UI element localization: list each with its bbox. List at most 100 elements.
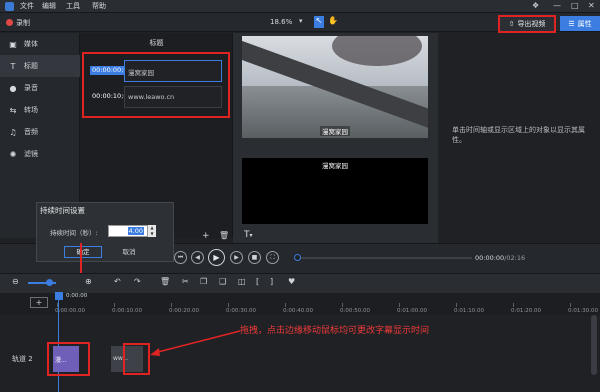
sidebar-item-recording[interactable]: ● 录音 [0, 77, 80, 99]
paste-icon[interactable]: ❑ [219, 277, 226, 286]
export-icon: ⇧ [508, 20, 515, 28]
annotation-arrow-head [150, 348, 160, 356]
video-caption-overlay[interactable]: 漫窝家园 [320, 126, 350, 136]
sidebar-item-media[interactable]: ▣ 媒体 [0, 33, 80, 55]
playhead-time: 0:00:00 [66, 293, 88, 299]
menu-file[interactable]: 文件 [20, 1, 34, 11]
ruler-tick-label: 0:01:00.00 [397, 308, 427, 314]
properties-hint: 单击时间轴或显示区域上的对象以显示其属性。 [452, 126, 585, 144]
rewind-icon[interactable]: ⏮ [174, 251, 187, 264]
ruler-tick-label: 0:00:40.00 [283, 308, 313, 314]
ruler-tick [570, 303, 571, 307]
fullscreen-icon[interactable]: ⛶ [266, 251, 279, 264]
record-icon[interactable] [6, 19, 13, 26]
chevron-down-icon[interactable]: ▼ [150, 231, 153, 236]
properties-button[interactable]: ☰ 属性 [560, 16, 600, 31]
zoom-dropdown-icon[interactable]: ▾ [299, 17, 303, 25]
annotation-arrow [150, 330, 241, 356]
ruler-tick [513, 303, 514, 307]
mark-out-icon[interactable]: ] [270, 277, 273, 286]
redo-icon[interactable]: ↷ [134, 277, 141, 286]
split-icon[interactable]: ◫ [238, 277, 246, 286]
timeline-zoom-knob[interactable] [46, 279, 53, 286]
video-preview[interactable]: 漫窝家园 [242, 36, 428, 138]
ruler-tick [285, 303, 286, 307]
step-forward-icon[interactable]: ▶ [230, 251, 243, 264]
duration-input[interactable]: 4.00 [108, 225, 148, 237]
sidebar-item-transition[interactable]: ⇆ 转场 [0, 99, 80, 121]
sidebar-item-filter[interactable]: ✺ 滤镜 [0, 143, 80, 165]
undo-icon[interactable]: ↶ [114, 277, 121, 286]
delete-caption-icon[interactable]: 🗑 [219, 231, 229, 240]
ruler-tick [456, 303, 457, 307]
record-button[interactable]: 录制 [16, 18, 30, 28]
media-icon: ▣ [9, 39, 17, 49]
chevron-up-icon[interactable]: ▲ [150, 225, 153, 230]
marker-icon[interactable]: ♥ [288, 277, 295, 286]
close-icon[interactable]: ✕ [588, 1, 595, 10]
ruler-tick [114, 303, 115, 307]
track-scrollbar[interactable] [591, 315, 597, 375]
track-label: 轨道 2 [12, 355, 33, 363]
caption-preview-text: 漫窝家园 [322, 162, 348, 170]
ruler-tick-label: 0:01:10.00 [454, 308, 484, 314]
ruler-tick [399, 303, 400, 307]
app-logo-icon [5, 2, 14, 11]
skin-icon[interactable]: ❖ [532, 1, 539, 10]
mark-in-icon[interactable]: [ [256, 277, 259, 286]
caption-row[interactable]: 00:00:10;00 www.leawo.cn [90, 86, 224, 108]
title-panel-heading: 标题 [149, 39, 164, 47]
text-style-button[interactable]: T▾ [244, 230, 253, 240]
duration-label: 持续时间（秒）: [50, 229, 98, 237]
sidebar-item-audio[interactable]: ♫ 音频 [0, 121, 80, 143]
ok-button[interactable]: 确定 [64, 246, 102, 258]
ruler-tick-label: 0:00:20.00 [169, 308, 199, 314]
time-readout: 00:00:00/02:16 [475, 254, 526, 262]
playhead-handle[interactable] [55, 292, 63, 300]
clip-edge-highlight [123, 343, 150, 375]
add-track-button[interactable]: + [30, 297, 48, 308]
step-back-icon[interactable]: ◀ [191, 251, 204, 264]
zoom-in-icon[interactable]: ⊕ [85, 277, 92, 286]
hand-tool-icon[interactable]: ✋ [328, 16, 338, 25]
caption-text-field[interactable]: www.leawo.cn [124, 86, 222, 108]
audio-icon: ♫ [9, 127, 17, 137]
caption-row[interactable]: 00:00:00;00 漫窝家园 [90, 60, 224, 82]
ruler-tick-label: 0:01:30.00 [568, 308, 598, 314]
duration-spinner[interactable]: ▲ ▼ [148, 225, 156, 237]
add-caption-icon[interactable]: + [202, 231, 210, 241]
caption-text-field[interactable]: 漫窝家园 [124, 60, 222, 82]
transition-icon: ⇆ [9, 105, 17, 115]
sidebar-item-title[interactable]: T 标题 [0, 55, 80, 77]
menu-edit[interactable]: 编辑 [42, 1, 56, 11]
microphone-icon: ● [9, 83, 17, 93]
ruler-tick-label: 0:01:20.00 [511, 308, 541, 314]
progress-knob[interactable] [294, 254, 301, 261]
stop-icon[interactable]: ■ [248, 251, 261, 264]
ruler-tick [342, 303, 343, 307]
play-button[interactable]: ▶ [208, 249, 225, 266]
menu-tools[interactable]: 工具 [66, 1, 80, 11]
maximize-icon[interactable]: □ [571, 1, 579, 10]
progress-track[interactable] [296, 257, 472, 259]
clip-highlight [47, 342, 90, 376]
menu-bar: 文件 编辑 工具 帮助 ❖ — □ ✕ [0, 0, 600, 13]
annotation-text: 拖拽，点击边缘移动鼠标均可更改字幕显示时间 [240, 326, 430, 336]
annotation-arrow-line [153, 330, 241, 354]
pointer-tool-icon[interactable]: ↖ [314, 16, 324, 28]
zoom-out-icon[interactable]: ⊖ [12, 277, 19, 286]
ruler-tick [171, 303, 172, 307]
ruler-tick-label: 0:00:50.00 [340, 308, 370, 314]
minimize-icon[interactable]: — [553, 1, 561, 10]
zoom-level[interactable]: 18.6% [270, 18, 292, 26]
cancel-button[interactable]: 取消 [110, 246, 148, 258]
copy-icon[interactable]: ❐ [200, 277, 207, 286]
caption-list-highlight: 00:00:00;00 漫窝家园 00:00:10;00 www.leawo.c… [82, 52, 230, 118]
export-video-button[interactable]: ⇧ 导出视频 [498, 15, 556, 33]
delete-icon[interactable]: 🗑 [160, 277, 170, 286]
menu-help[interactable]: 帮助 [92, 1, 106, 11]
cut-icon[interactable]: ✂ [182, 277, 189, 286]
ruler-tick-label: 0:00:00.00 [55, 308, 85, 314]
ruler-tick-label: 0:00:10.00 [112, 308, 142, 314]
filter-icon: ✺ [9, 149, 17, 159]
